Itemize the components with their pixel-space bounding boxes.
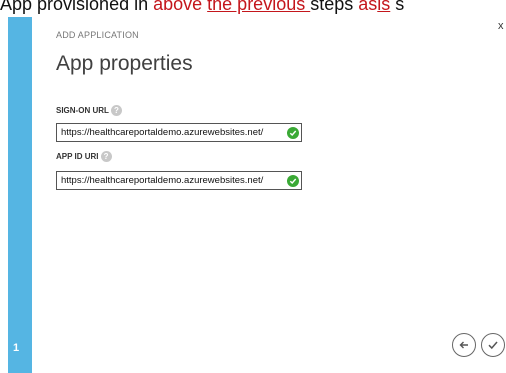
sign-on-url-label-text: SIGN-ON URL [56,106,109,115]
page-title: App properties [56,52,193,75]
caption-part: as [358,0,378,14]
step-sidebar [8,17,32,373]
sign-on-url-label: SIGN-ON URL ? [56,105,122,116]
sign-on-url-input[interactable] [61,127,287,138]
complete-button[interactable] [481,333,505,357]
caption-part: above [153,0,208,14]
check-circle-icon [287,126,299,139]
help-icon[interactable]: ? [100,151,112,162]
caption-part: is [377,0,391,14]
close-button[interactable]: x [498,20,504,32]
help-icon[interactable]: ? [110,105,122,116]
caption-part: the previous [207,0,311,14]
checkmark-icon [488,341,498,350]
caption-part: App provisioned in [0,0,154,14]
app-id-uri-label-text: APP ID URI [56,152,99,161]
check-circle-icon [287,174,299,187]
wizard-header-label: ADD APPLICATION [56,30,139,40]
dialog-left-border [0,17,8,373]
step-number: 1 [13,342,20,354]
caption-part: steps [310,0,359,14]
arrow-left-icon [459,341,468,349]
caption-part: s [390,0,405,14]
sign-on-url-field[interactable] [56,123,302,142]
app-id-uri-field[interactable] [56,171,302,190]
app-id-uri-label: APP ID URI ? [56,151,112,162]
app-id-uri-input[interactable] [61,175,287,186]
caption-text: App provisioned in above the previous st… [0,0,404,15]
back-button[interactable] [452,333,476,357]
